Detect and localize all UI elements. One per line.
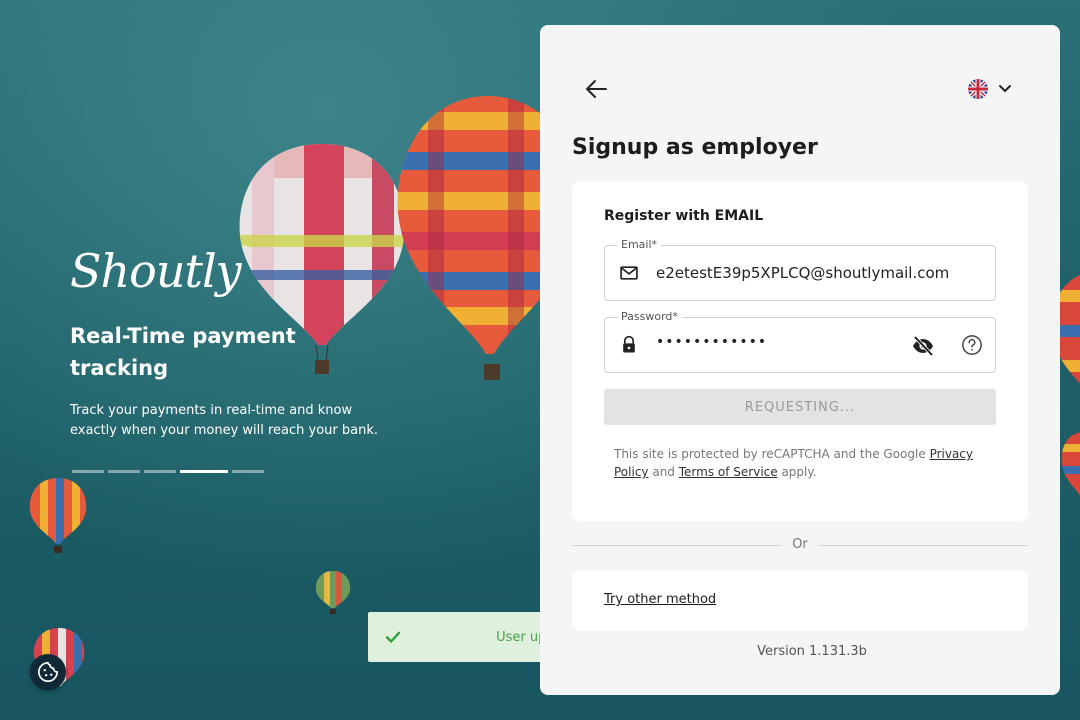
password-field-label: Password* xyxy=(617,310,682,323)
chevron-down-icon xyxy=(999,85,1011,93)
help-icon[interactable] xyxy=(961,334,983,356)
signup-panel: Signup as employer Register with EMAIL E… xyxy=(540,25,1060,695)
back-arrow-icon[interactable] xyxy=(584,79,608,99)
carousel-dot[interactable] xyxy=(232,470,264,473)
hero-description: Track your payments in real-time and kno… xyxy=(70,403,379,438)
recaptcha-notice: This site is protected by reCAPTCHA and … xyxy=(614,445,974,481)
carousel-dot[interactable] xyxy=(144,470,176,473)
other-method-card: Try other method xyxy=(572,571,1028,631)
carousel-dot[interactable] xyxy=(72,470,104,473)
submit-button[interactable]: REQUESTING... xyxy=(604,389,996,425)
cookie-icon xyxy=(38,662,58,682)
legal-prefix: This site is protected by reCAPTCHA and … xyxy=(614,447,930,461)
eye-off-icon[interactable] xyxy=(911,334,935,358)
password-field[interactable]: Password* •••••••••••• xyxy=(604,310,996,373)
shoutly-logo: Shoutly™ xyxy=(70,244,249,298)
terms-of-service-link[interactable]: Terms of Service xyxy=(679,465,778,479)
section-label: Register with EMAIL xyxy=(604,208,764,224)
language-selector[interactable] xyxy=(968,79,1012,99)
brand-name: Shoutly xyxy=(70,244,242,298)
hot-air-balloon-tiny xyxy=(315,571,351,614)
page-title: Signup as employer xyxy=(572,135,818,160)
cookie-settings-button[interactable] xyxy=(30,654,66,690)
carousel-dot[interactable] xyxy=(108,470,140,473)
email-field[interactable]: Email* e2etestE39p5XPLCQ@shoutlymail.com xyxy=(604,238,996,301)
hero-title: Real-Time payment tracking xyxy=(70,324,296,380)
or-divider: Or xyxy=(572,537,1028,552)
legal-middle: and xyxy=(648,465,679,479)
mail-icon xyxy=(620,266,638,280)
email-input[interactable]: e2etestE39p5XPLCQ@shoutlymail.com xyxy=(656,264,949,282)
try-other-method-link[interactable]: Try other method xyxy=(604,592,716,607)
email-register-card: Register with EMAIL Email* e2etestE39p5X… xyxy=(572,181,1028,521)
version-label: Version 1.131.3b xyxy=(757,644,867,659)
legal-suffix: apply. xyxy=(777,465,817,479)
email-field-label: Email* xyxy=(617,238,662,251)
carousel-indicator xyxy=(72,470,264,473)
checkmark-icon xyxy=(385,631,401,643)
lock-icon xyxy=(623,335,635,353)
uk-flag-icon xyxy=(968,79,988,99)
divider-label: Or xyxy=(792,537,808,552)
brand-trademark: ™ xyxy=(240,244,249,253)
hot-air-balloon-small xyxy=(29,478,87,553)
hot-air-balloon-right-edge-lower xyxy=(1061,430,1080,496)
password-input[interactable]: •••••••••••• xyxy=(656,334,767,350)
carousel-dot-active[interactable] xyxy=(180,470,228,473)
